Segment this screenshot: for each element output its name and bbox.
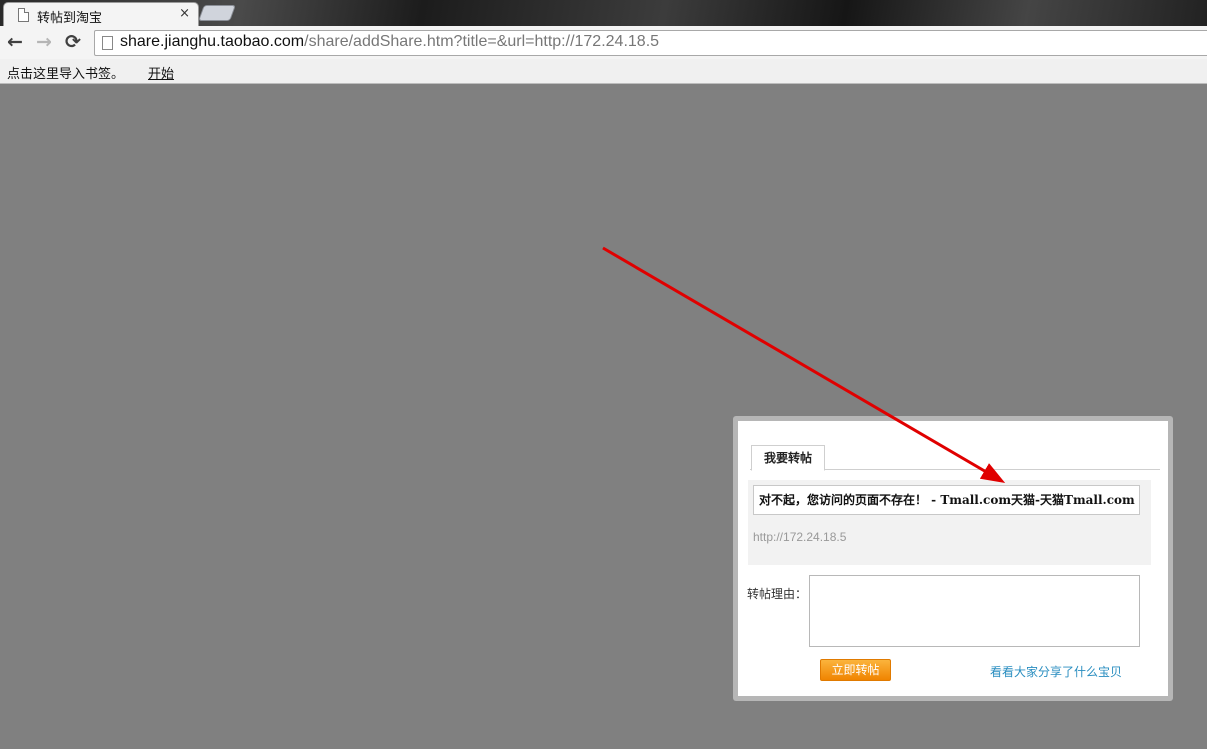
forward-icon[interactable]: → — [36, 30, 52, 54]
back-icon[interactable]: ← — [7, 30, 23, 54]
share-title-field[interactable]: 对不起，您访问的页面不存在！ - Tmall.com天猫-天猫Tmall.com — [753, 485, 1140, 515]
tab-share[interactable]: 我要转帖 — [751, 445, 825, 471]
share-now-button[interactable]: 立即转帖 — [820, 659, 891, 681]
new-tab-button[interactable] — [198, 5, 236, 21]
url-path: /share/addShare.htm?title=&url=http://17… — [304, 33, 660, 50]
close-icon[interactable]: × — [179, 6, 190, 21]
browser-toolbar: ← → ⟳ share.jianghu.taobao.com/share/add… — [0, 26, 1207, 59]
tab-title: 转帖到淘宝 — [37, 11, 103, 26]
address-url[interactable]: share.jianghu.taobao.com/share/addShare.… — [120, 33, 659, 51]
bookmarks-import-prompt: 点击这里导入书签。 — [7, 67, 125, 82]
browser-tab[interactable]: 转帖到淘宝 × — [3, 2, 199, 26]
dialog-tabbar: 我要转帖 — [750, 444, 1160, 471]
see-shares-link[interactable]: 看看大家分享了什么宝贝 — [990, 663, 1122, 680]
share-dialog: 我要转帖 对不起，您访问的页面不存在！ - Tmall.com天猫-天猫Tmal… — [738, 421, 1168, 696]
browser-tabstrip: 转帖到淘宝 × — [0, 0, 1207, 26]
bookmarks-bar: 点击这里导入书签。 开始 — [0, 59, 1207, 84]
shared-content-box: 对不起，您访问的页面不存在！ - Tmall.com天猫-天猫Tmall.com… — [748, 480, 1151, 565]
page-icon — [102, 36, 113, 50]
reason-label: 转帖理由： — [747, 587, 808, 601]
share-dialog-frame: 我要转帖 对不起，您访问的页面不存在！ - Tmall.com天猫-天猫Tmal… — [733, 416, 1173, 701]
url-host: share.jianghu.taobao.com — [120, 33, 305, 50]
reload-icon[interactable]: ⟳ — [65, 30, 81, 54]
reason-textarea[interactable] — [809, 575, 1140, 647]
share-url-text: http://172.24.18.5 — [753, 530, 847, 544]
bookmarks-start-link[interactable]: 开始 — [148, 63, 174, 82]
page-icon — [18, 8, 29, 22]
address-bar[interactable]: share.jianghu.taobao.com/share/addShare.… — [94, 30, 1207, 56]
